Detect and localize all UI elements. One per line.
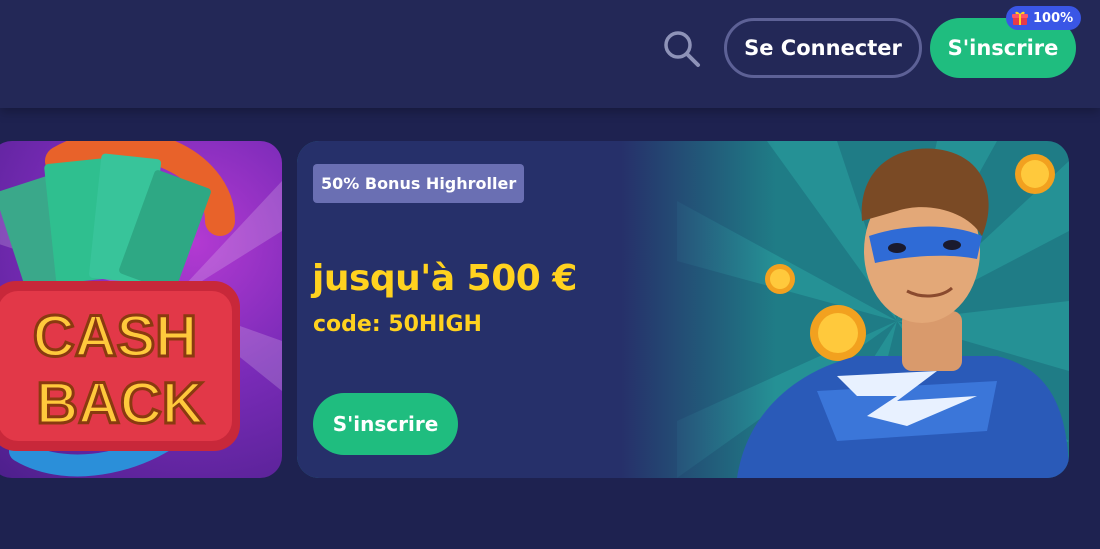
- search-icon: [664, 31, 700, 67]
- cashback-banner[interactable]: CASH BACK: [0, 141, 282, 478]
- badge-text: 100%: [1033, 10, 1074, 26]
- cashback-text-line2: BACK: [36, 371, 204, 436]
- cashback-illustration: CASH BACK: [0, 141, 282, 477]
- promo-code: code: 50HIGH: [313, 312, 482, 337]
- promo-banner[interactable]: 50% Bonus Highroller jusqu'à 500 € code:…: [297, 141, 1069, 478]
- search-button[interactable]: [656, 26, 708, 72]
- promo-tag: 50% Bonus Highroller: [313, 164, 525, 203]
- top-header: Se Connecter S'inscrire 100%: [0, 0, 1100, 108]
- promo-amount: jusqu'à 500 €: [312, 258, 577, 299]
- gift-icon: [1012, 11, 1028, 25]
- login-button[interactable]: Se Connecter: [724, 18, 922, 78]
- cashback-text-line1: CASH: [33, 304, 197, 369]
- promo-signup-button[interactable]: S'inscrire: [313, 393, 458, 455]
- bonus-badge: 100%: [1006, 6, 1082, 30]
